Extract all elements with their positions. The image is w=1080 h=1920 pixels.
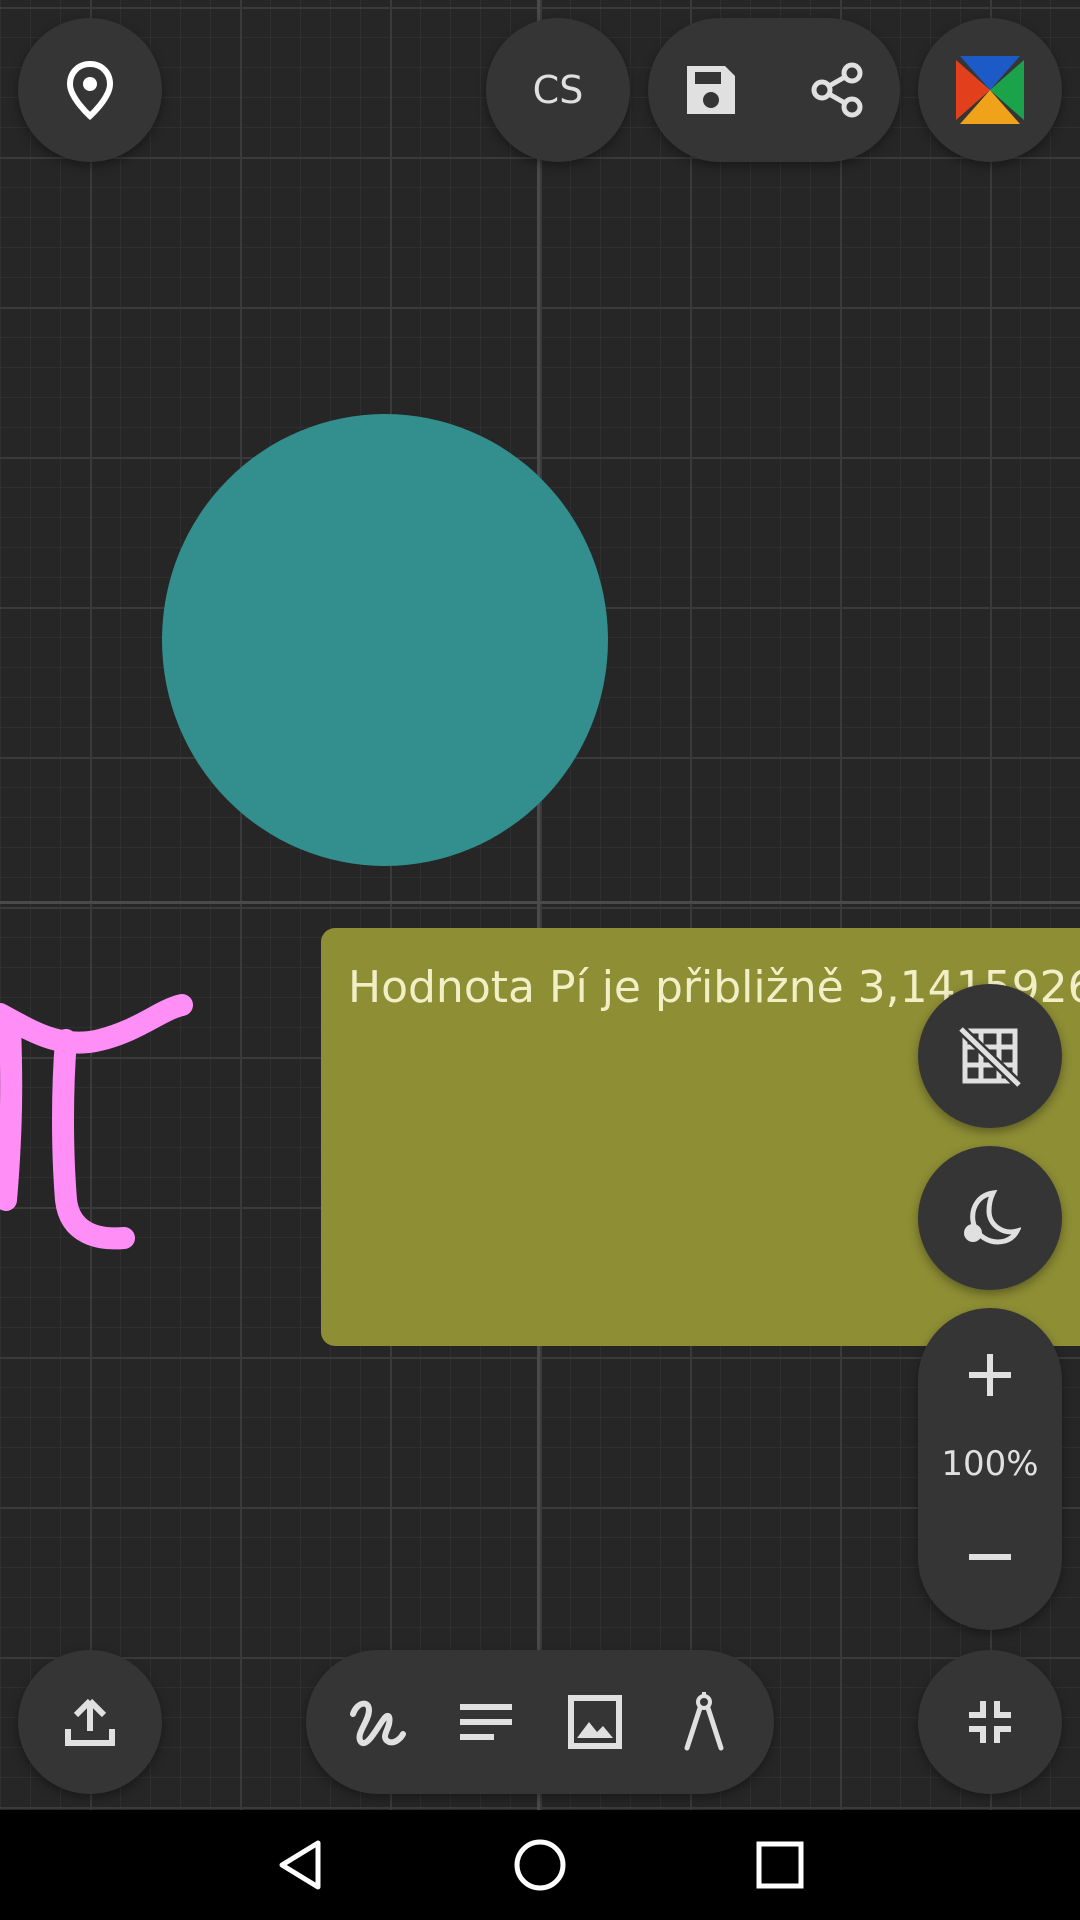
app-logo-button[interactable] [918, 18, 1062, 162]
back-icon [274, 1837, 326, 1893]
plus-icon [967, 1352, 1013, 1398]
compass-icon[interactable] [654, 1672, 754, 1772]
language-button[interactable]: CS [486, 18, 630, 162]
zoom-control: 100% [918, 1308, 1062, 1630]
upload-button[interactable] [18, 1650, 162, 1794]
grid-off-icon [959, 1025, 1021, 1087]
upload-icon [63, 1695, 117, 1749]
canvas-axis-horizontal [0, 901, 1080, 904]
recents-icon [755, 1840, 805, 1890]
home-icon [512, 1837, 568, 1893]
pi-sketch-drawing[interactable] [0, 980, 210, 1260]
canvas-circle-shape[interactable] [162, 414, 608, 866]
home-button[interactable] [500, 1830, 580, 1900]
language-label: CS [532, 68, 584, 112]
share-icon[interactable] [774, 61, 900, 119]
tool-palette [306, 1650, 774, 1794]
grid-toggle-button[interactable] [918, 984, 1062, 1128]
app-logo-icon [952, 52, 1028, 128]
recents-button[interactable] [740, 1830, 820, 1900]
text-icon[interactable] [436, 1672, 536, 1772]
fit-to-screen-button[interactable] [918, 1650, 1062, 1794]
location-pin-icon [64, 60, 116, 120]
theme-toggle-button[interactable] [918, 1146, 1062, 1290]
save-share-group [648, 18, 900, 162]
zoom-level: 100% [941, 1444, 1039, 1484]
draw-icon[interactable] [327, 1672, 427, 1772]
image-icon[interactable] [545, 1672, 645, 1772]
zoom-out-button[interactable] [918, 1512, 1062, 1602]
system-navigation-bar [0, 1810, 1080, 1920]
save-icon[interactable] [648, 62, 774, 118]
fullscreen-exit-icon [965, 1697, 1015, 1747]
location-button[interactable] [18, 18, 162, 162]
canvas-axis-vertical [537, 0, 540, 1810]
dark-mode-icon [959, 1187, 1021, 1249]
zoom-in-button[interactable] [918, 1330, 1062, 1420]
back-button[interactable] [260, 1830, 340, 1900]
minus-icon [967, 1552, 1013, 1562]
